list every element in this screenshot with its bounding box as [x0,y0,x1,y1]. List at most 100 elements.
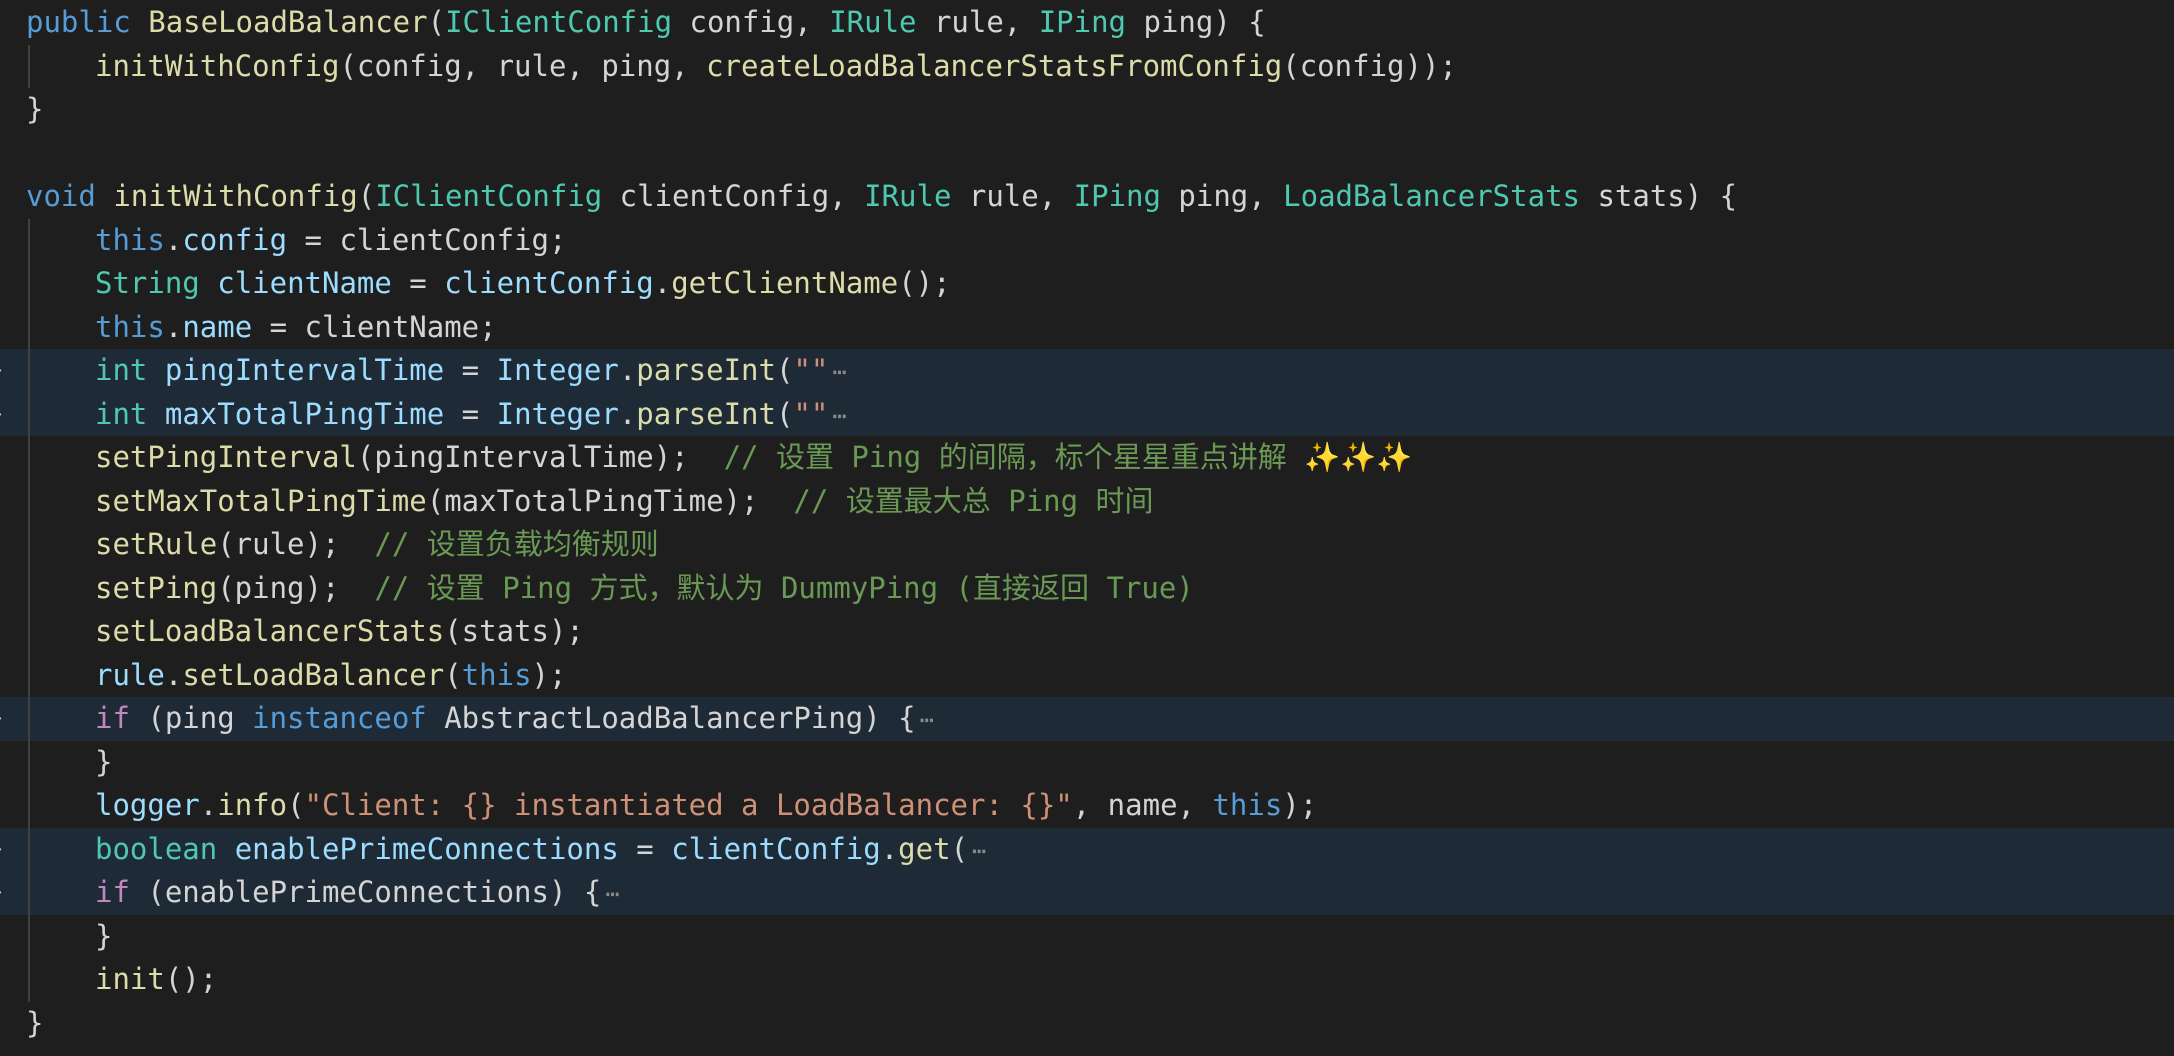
code-token: // 设置 Ping 的间隔，标个星星重点讲解 [723,440,1305,474]
code-token: (maxTotalPingTime); [426,483,794,518]
code-line[interactable]: this.config = clientConfig; [0,218,2174,262]
chevron-right-icon[interactable]: › [0,697,10,741]
code-token: setMaxTotalPingTime [95,483,427,518]
code-text: if (ping instanceof AbstractLoadBalancer… [95,697,934,741]
code-token: this [1212,788,1283,822]
fold-ellipsis-icon[interactable]: ⋯ [832,402,846,430]
code-text: } [95,741,112,785]
code-token: this [95,222,165,257]
indent-guide [28,479,30,523]
code-line[interactable]: setLoadBalancerStats(stats); [0,610,2174,654]
chevron-right-icon[interactable]: › [0,871,10,915]
code-token: = clientConfig; [287,222,567,257]
code-token: rule, [916,5,1039,39]
fold-ellipsis-icon[interactable]: ⋯ [832,358,846,386]
code-token: "" [793,396,829,431]
folded-code-line[interactable]: › int pingIntervalTime = Integer.parseInt… [0,349,2174,393]
code-token: } [26,1005,44,1040]
code-line[interactable]: public BaseLoadBalancer(IClientConfig co… [0,1,2174,45]
indent-guide [28,218,30,262]
code-token: Integer [496,353,619,387]
indent-guide [28,653,30,697]
code-token: . [164,222,183,257]
code-line[interactable]: String clientName = clientConfig.getClie… [0,262,2174,306]
code-token: clientConfig, [602,179,865,213]
code-token: get [898,831,951,866]
code-text: setPing(ping); // 设置 Ping 方式，默认为 DummyPi… [95,567,1194,611]
code-token: ping, [1160,179,1284,213]
fold-ellipsis-icon[interactable]: ⋯ [920,706,934,734]
code-token: stats) { [1579,179,1738,213]
chevron-right-icon[interactable]: › [0,393,10,437]
fold-ellipsis-icon[interactable]: ⋯ [972,837,986,865]
indent-guide [28,44,30,88]
code-line[interactable]: } [0,1002,2174,1046]
code-token: this [461,657,532,692]
code-token: // 设置 Ping 方式，默认为 DummyPing (直接返回 True) [374,570,1194,605]
code-token: . [199,788,218,822]
code-token: parseInt [636,396,776,431]
folded-code-line[interactable]: › int maxTotalPingTime = Integer.parseInt… [0,392,2174,437]
code-token: String [95,266,200,300]
code-line[interactable]: initWithConfig(config, rule, ping, creat… [0,44,2174,88]
code-token: boolean [95,831,218,866]
code-line[interactable]: void initWithConfig(IClientConfig client… [0,175,2174,219]
indent-guide [28,871,30,915]
code-token: // 设置最大总 Ping 时间 [793,483,1154,518]
folded-code-line[interactable]: › boolean enablePrimeConnections = client… [0,827,2174,872]
code-token: (enablePrimeConnections) { [129,875,602,909]
code-token: IClientConfig [445,5,673,39]
code-token: if [95,875,130,909]
code-token: void [26,179,96,213]
code-token: Integer [496,396,619,431]
chevron-right-icon[interactable]: › [0,828,10,872]
code-token: if [95,701,130,735]
code-text: String clientName = clientConfig.getClie… [95,262,951,306]
code-line[interactable]: init(); [0,958,2174,1002]
code-text: } [26,88,43,132]
code-text: int pingIntervalTime = Integer.parseInt(… [95,349,847,393]
code-token: BaseLoadBalancer [148,5,428,39]
code-token: int [95,396,148,431]
indent-guide [28,740,30,784]
code-text: int maxTotalPingTime = Integer.parseInt(… [95,393,847,437]
code-line[interactable]: setRule(rule); // 设置负载均衡规则 [0,523,2174,567]
code-text: setMaxTotalPingTime(maxTotalPingTime); /… [95,480,1154,524]
code-line[interactable]: setMaxTotalPingTime(maxTotalPingTime); /… [0,479,2174,524]
code-line[interactable]: logger.info("Client: {} instantiated a L… [0,784,2174,828]
code-line[interactable]: rule.setLoadBalancer(this); [0,653,2174,697]
code-line[interactable]: setPingInterval(pingIntervalTime); // 设置… [0,436,2174,480]
code-line[interactable]: setPing(ping); // 设置 Ping 方式，默认为 DummyPi… [0,566,2174,611]
code-token: config, [672,5,830,39]
code-token: ✨✨✨ [1304,440,1413,474]
code-token: initWithConfig [95,48,340,83]
code-line[interactable]: this.name = clientName; [0,305,2174,349]
code-text: void initWithConfig(IClientConfig client… [26,175,1737,219]
code-token: (stats); [444,614,584,648]
folded-code-line[interactable]: › if (ping instanceof AbstractLoadBalance… [0,697,2174,741]
chevron-right-icon[interactable]: › [0,349,10,393]
code-token: maxTotalPingTime [164,396,445,431]
code-token: IPing [1073,179,1161,213]
indent-guide [28,262,30,306]
code-token: . [618,353,637,387]
code-line[interactable]: } [0,88,2174,132]
code-token: config [182,222,288,257]
folded-code-line[interactable]: › if (enablePrimeConnections) {⋯ [0,871,2174,915]
code-token: clientConfig [444,266,654,300]
code-token: = [444,353,497,387]
code-line[interactable]: } [0,914,2174,958]
code-line[interactable] [0,132,2174,176]
fold-ellipsis-icon[interactable]: ⋯ [605,880,619,908]
code-token: "Client: {} instantiated a LoadBalancer:… [304,788,1073,822]
code-token: . [653,266,672,300]
code-token: (pingIntervalTime); [356,440,724,474]
indent-guide [28,784,30,828]
code-line[interactable]: } [0,740,2174,785]
indent-guide [28,392,30,436]
code-editor[interactable]: public BaseLoadBalancer(IClientConfig co… [0,0,2174,1056]
